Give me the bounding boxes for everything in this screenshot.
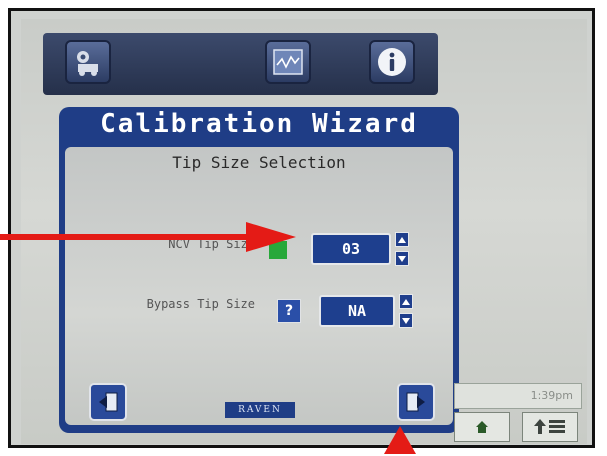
bypass-tip-size-label: Bypass Tip Size [146, 297, 255, 311]
chevron-down-icon [402, 317, 410, 324]
help-button[interactable]: ? [277, 299, 301, 323]
top-toolbar [43, 33, 438, 95]
increment-button[interactable] [395, 232, 409, 247]
performance-graph-button[interactable] [265, 40, 311, 84]
decrement-button[interactable] [395, 251, 409, 266]
machine-settings-icon [77, 51, 98, 76]
performance-graph-icon [273, 49, 303, 75]
info-button[interactable] [369, 40, 415, 84]
back-button[interactable] [89, 383, 127, 421]
home-button[interactable] [454, 412, 510, 442]
calibration-wizard-dialog: Calibration Wizard Tip Size Selection NC… [59, 107, 459, 433]
wizard-panel: Tip Size Selection NCV Tip Size 03 Bypas… [65, 147, 453, 425]
bypass-tip-size-field[interactable]: NA [319, 295, 395, 327]
chevron-up-icon [402, 298, 410, 305]
back-arrow-icon [99, 392, 118, 412]
wizard-title: Calibration Wizard [100, 109, 418, 139]
next-button[interactable] [397, 383, 435, 421]
info-icon [378, 48, 406, 76]
chevron-up-icon [398, 236, 406, 243]
ncv-tip-size-stepper [395, 232, 409, 266]
decrement-button[interactable] [399, 313, 413, 328]
bypass-tip-size-stepper [399, 294, 413, 328]
next-arrow-icon [406, 392, 425, 412]
raven-logo: RAVEN [225, 402, 295, 418]
chevron-down-icon [398, 255, 406, 262]
menu-button[interactable] [522, 412, 578, 442]
annotation-arrow-right [0, 222, 296, 252]
machine-settings-button[interactable] [65, 40, 111, 84]
menu-icon [534, 419, 565, 434]
annotation-arrow-up [384, 426, 416, 454]
clock-display: 1:39pm [454, 383, 582, 409]
home-icon [476, 421, 488, 433]
increment-button[interactable] [399, 294, 413, 309]
wizard-subtitle: Tip Size Selection [172, 153, 346, 172]
ncv-tip-size-field[interactable]: 03 [311, 233, 391, 265]
